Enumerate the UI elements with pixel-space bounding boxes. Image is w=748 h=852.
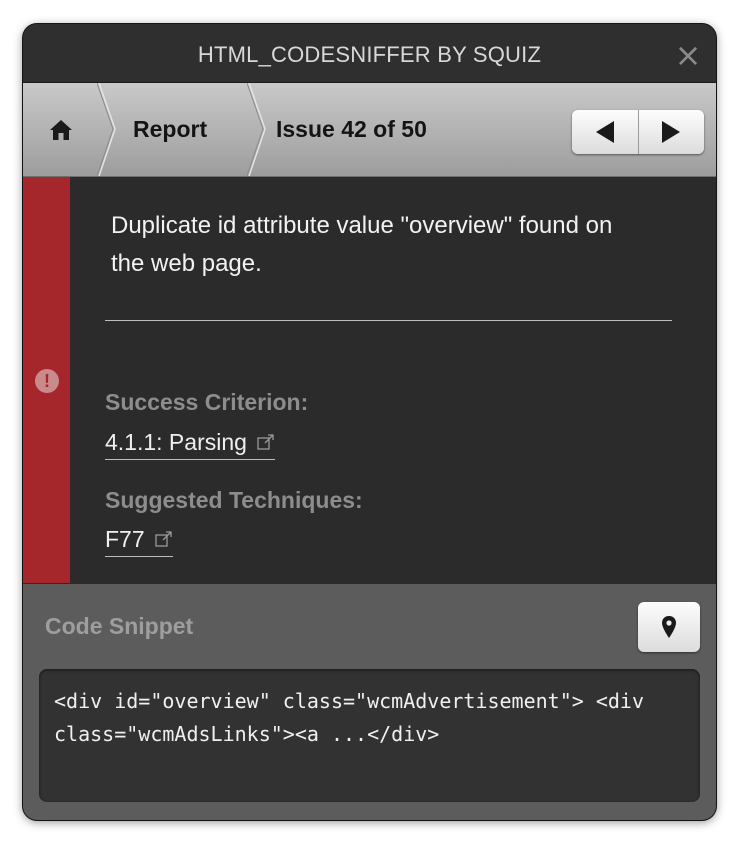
locate-element-button[interactable]	[638, 602, 700, 652]
triangle-right-icon	[662, 121, 681, 143]
suggested-techniques-label: Suggested Techniques:	[105, 487, 363, 513]
severity-bar-error: !	[23, 177, 70, 583]
success-criterion-label: Success Criterion:	[105, 389, 309, 415]
success-criterion-link-text: 4.1.1: Parsing	[105, 429, 247, 455]
success-criterion-link[interactable]: 4.1.1: Parsing	[105, 429, 275, 460]
next-issue-button[interactable]	[639, 110, 705, 154]
code-snippet-section: Code Snippet <div id="overview" class="w…	[23, 584, 716, 820]
crumb-report[interactable]: Report	[133, 83, 207, 176]
issue-message: Duplicate id attribute value "overview" …	[111, 212, 613, 277]
external-link-icon	[154, 531, 172, 547]
breadcrumb-separator	[97, 83, 116, 176]
code-box: <div id="overview" class="wcmAdvertiseme…	[39, 669, 700, 802]
divider	[105, 320, 672, 321]
issue-pager	[572, 110, 704, 154]
technique-link[interactable]: F77	[105, 526, 173, 557]
close-icon[interactable]: ×	[674, 39, 702, 71]
exclamation-icon: !	[35, 369, 59, 393]
code-snippet-text: <div id="overview" class="wcmAdvertiseme…	[54, 689, 657, 746]
technique-link-text: F77	[105, 526, 145, 552]
codesniffer-panel: HTML_CODESNIFFER BY SQUIZ × Report Issue…	[23, 24, 716, 820]
breadcrumb-separator	[247, 83, 266, 176]
map-pin-icon	[662, 616, 676, 638]
code-snippet-title: Code Snippet	[45, 613, 194, 639]
panel-title: HTML_CODESNIFFER BY SQUIZ	[197, 42, 542, 67]
title-bar: HTML_CODESNIFFER BY SQUIZ ×	[23, 24, 716, 83]
breadcrumb: Report Issue 42 of 50	[23, 83, 716, 177]
previous-issue-button[interactable]	[572, 110, 639, 154]
home-icon[interactable]	[49, 83, 79, 176]
crumb-issue-count: Issue 42 of 50	[276, 116, 427, 142]
external-link-icon	[257, 434, 274, 450]
triangle-left-icon	[595, 121, 614, 143]
issue-detail: ! Duplicate id attribute value "overview…	[23, 177, 716, 583]
